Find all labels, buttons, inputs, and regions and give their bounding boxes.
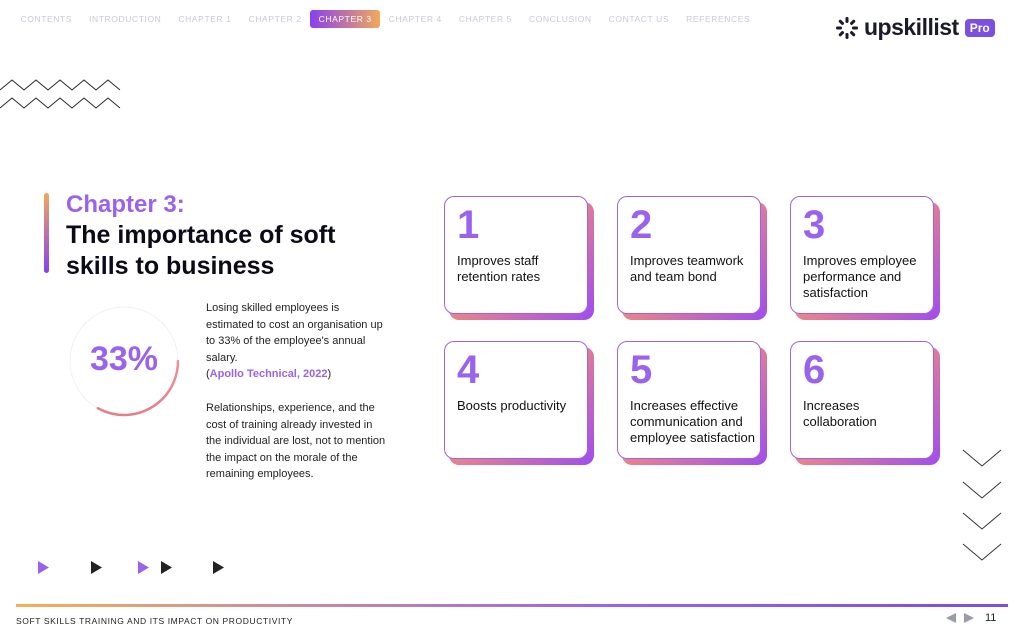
nav-contact-us[interactable]: CONTACT US — [600, 10, 677, 28]
nav-references[interactable]: REFERENCES — [678, 10, 759, 28]
card-face: 1 Improves staff retention rates — [444, 196, 588, 314]
card-text: Improves employee performance and satisf… — [803, 253, 917, 300]
card-number: 4 — [457, 348, 480, 392]
nav-chapter-3[interactable]: CHAPTER 3 — [310, 10, 381, 28]
zigzag-decoration — [0, 79, 121, 109]
nav-contents[interactable]: CONTENTS — [12, 10, 81, 28]
play-triangle-icon — [91, 561, 102, 574]
chevron-down-icon — [962, 512, 1002, 530]
card-face: 5 Increases effective communication and … — [617, 341, 761, 459]
benefit-card: 2 Improves teamwork and team bond — [617, 196, 767, 320]
stat-value: 33% — [89, 340, 159, 378]
citation-link[interactable]: Apollo Technical, 2022 — [210, 368, 328, 380]
nav-chapter-5[interactable]: CHAPTER 5 — [450, 10, 520, 28]
logo-text: upskillist — [864, 14, 959, 40]
logo-sunburst-icon — [836, 16, 858, 39]
benefit-card: 5 Increases effective communication and … — [617, 341, 767, 465]
page-number: 11 — [985, 612, 997, 624]
benefit-card: 4 Boosts productivity — [444, 341, 594, 465]
play-triangles-decoration — [38, 561, 224, 574]
cost-paragraph: Losing skilled employees is estimated to… — [206, 300, 386, 383]
play-triangle-icon — [38, 561, 49, 574]
card-text: Improves teamwork and team bond — [630, 253, 744, 284]
play-triangle-icon — [161, 561, 172, 574]
logo-pro-badge: Pro — [964, 18, 995, 37]
card-face: 3 Improves employee performance and sati… — [790, 196, 934, 314]
card-text: Boosts productivity — [457, 398, 567, 413]
chapter-label: Chapter 3: — [66, 191, 185, 218]
chevron-down-icon — [962, 481, 1002, 499]
nav-chapter-4[interactable]: CHAPTER 4 — [380, 10, 450, 28]
nav-conclusion[interactable]: CONCLUSION — [520, 10, 600, 28]
impact-paragraph: Relationships, experience, and the cost … — [206, 402, 386, 480]
next-page-icon[interactable] — [963, 612, 975, 624]
card-text: Increases collaboration — [803, 398, 877, 429]
play-triangle-icon — [213, 561, 224, 574]
page-controls: 11 — [945, 612, 996, 624]
chapter-nav: CONTENTS INTRODUCTION CHAPTER 1 CHAPTER … — [12, 10, 759, 28]
card-text: Improves staff retention rates — [457, 253, 541, 284]
card-number: 2 — [630, 203, 653, 247]
chapter-accent-bar — [44, 193, 49, 273]
chevron-down-icon — [962, 543, 1002, 561]
card-face: 2 Improves teamwork and team bond — [617, 196, 761, 314]
benefit-card: 6 Increases collaboration — [790, 341, 940, 465]
card-number: 3 — [803, 203, 826, 247]
cost-text: Losing skilled employees is estimated to… — [206, 302, 383, 364]
card-text: Increases effective communication and em… — [630, 398, 756, 445]
benefit-card: 1 Improves staff retention rates — [444, 196, 594, 320]
card-number: 6 — [803, 348, 826, 392]
chevron-down-icon — [962, 449, 1002, 467]
card-number: 5 — [630, 348, 653, 392]
footer-divider — [16, 604, 1008, 607]
citation-close: ) — [327, 368, 332, 380]
nav-chapter-1[interactable]: CHAPTER 1 — [170, 10, 240, 28]
card-face: 6 Increases collaboration — [790, 341, 934, 459]
card-number: 1 — [457, 203, 480, 247]
chapter-title: The importance of soft skills to busines… — [66, 221, 336, 280]
nav-introduction[interactable]: INTRODUCTION — [81, 10, 170, 28]
brand-logo: upskillist Pro — [836, 14, 995, 41]
footer-title: SOFT SKILLS TRAINING AND ITS IMPACT ON P… — [16, 616, 293, 626]
play-triangle-icon — [138, 561, 149, 574]
card-face: 4 Boosts productivity — [444, 341, 588, 459]
prev-page-icon[interactable] — [945, 612, 957, 624]
nav-chapter-2[interactable]: CHAPTER 2 — [240, 10, 310, 28]
benefit-card: 3 Improves employee performance and sati… — [790, 196, 940, 320]
